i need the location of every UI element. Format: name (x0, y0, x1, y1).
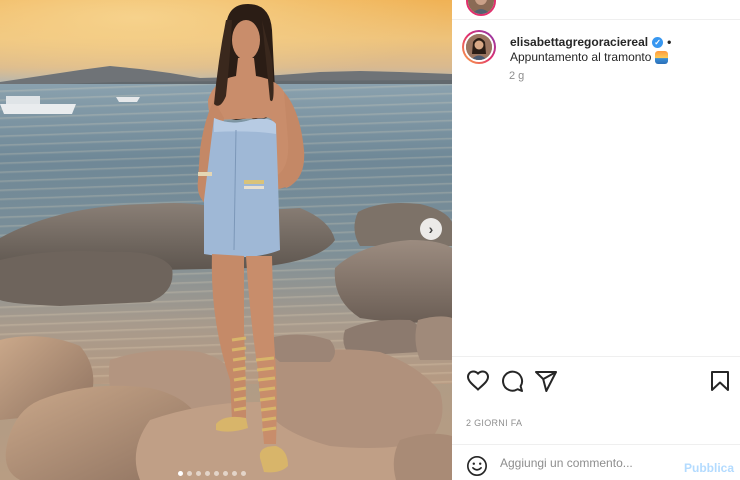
post-date-label[interactable]: 2 GIORNI FA (466, 418, 522, 428)
header-avatar[interactable] (466, 0, 496, 16)
carousel-dot (241, 471, 246, 476)
smiley-icon[interactable] (466, 455, 488, 477)
post-time-short[interactable]: 2 g (509, 70, 524, 82)
comment-input[interactable] (500, 456, 680, 470)
verified-badge-icon: ✓ (652, 37, 664, 49)
action-bar (452, 356, 740, 406)
publish-button[interactable]: Pubblica (684, 461, 734, 475)
chevron-right-icon: › (428, 221, 434, 237)
avatar-image (466, 34, 492, 60)
carousel-dot (196, 471, 201, 476)
username-line: elisabettagregoraciereal ✓ • (510, 35, 671, 49)
post-photo[interactable]: › (0, 0, 452, 480)
post-side-panel: elisabettagregoraciereal ✓ • Appuntamento … (452, 0, 740, 480)
carousel-dot (223, 471, 228, 476)
separator-bullet: • (667, 35, 672, 49)
woman-figure (197, 4, 305, 473)
carousel-dot (232, 471, 237, 476)
bookmark-icon[interactable] (708, 369, 732, 393)
carousel-dot (214, 471, 219, 476)
heart-icon[interactable] (466, 369, 490, 393)
carousel-dot (187, 471, 192, 476)
caption-text-line: Appuntamento al tramonto (510, 50, 669, 65)
avatar-image (468, 0, 494, 14)
username-link[interactable]: elisabettagregoraciereal (510, 35, 648, 49)
comment-icon[interactable] (500, 369, 524, 393)
carousel-dot (178, 471, 183, 476)
sunset-emoji (655, 51, 669, 65)
avatar[interactable] (462, 30, 496, 64)
carousel-dot (205, 471, 210, 476)
comment-bar: Pubblica (452, 444, 740, 480)
share-icon[interactable] (534, 369, 558, 393)
carousel-next-button[interactable]: › (420, 218, 442, 240)
post-header-strip (452, 0, 740, 20)
caption-text: Appuntamento al tramonto (510, 50, 652, 64)
carousel-dots (178, 471, 246, 476)
